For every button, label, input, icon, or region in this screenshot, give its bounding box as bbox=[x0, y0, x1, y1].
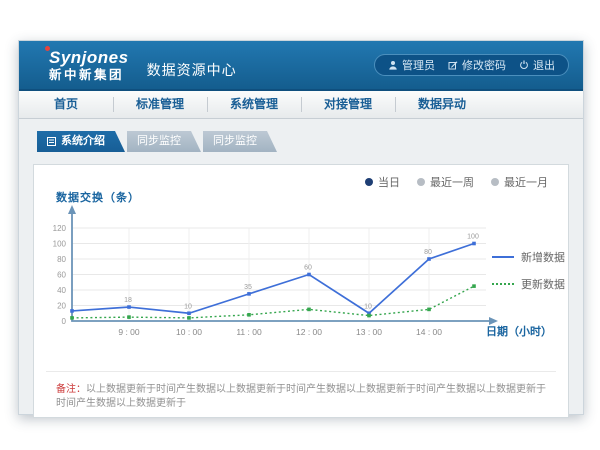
legend-item-new-data: 新增数据 bbox=[492, 249, 565, 265]
logout-label: 退出 bbox=[533, 57, 555, 73]
svg-text:80: 80 bbox=[57, 255, 66, 264]
svg-text:40: 40 bbox=[57, 286, 66, 295]
filter-last-month[interactable]: 最近一月 bbox=[491, 174, 548, 190]
svg-text:120: 120 bbox=[53, 224, 67, 233]
svg-text:12 : 00: 12 : 00 bbox=[296, 327, 322, 337]
change-password-label: 修改密码 bbox=[462, 57, 506, 73]
svg-text:9 : 00: 9 : 00 bbox=[118, 327, 140, 337]
logo: Synjones 新中新集团 bbox=[49, 49, 129, 82]
chart-area: 0 20 40 60 80 100 120 9 : 00 10 : 00 11 : 00 12 : … bbox=[34, 203, 574, 365]
svg-text:0: 0 bbox=[62, 317, 67, 326]
tab-system-intro[interactable]: 系统介绍 bbox=[37, 131, 125, 152]
document-icon bbox=[47, 137, 56, 146]
legend-line-dotted-icon bbox=[492, 283, 514, 285]
svg-text:18: 18 bbox=[124, 297, 132, 304]
svg-text:80: 80 bbox=[424, 249, 432, 256]
filter-today[interactable]: 当日 bbox=[365, 174, 400, 190]
user-icon bbox=[388, 60, 398, 70]
footnote: 备注：以上数据更新于时间产生数据以上数据更新于时间产生数据以上数据更新于时间产生… bbox=[46, 371, 556, 411]
logo-primary: Synjones bbox=[49, 49, 129, 66]
logo-secondary: 新中新集团 bbox=[49, 69, 129, 82]
power-icon bbox=[519, 60, 529, 70]
svg-text:60: 60 bbox=[57, 271, 66, 280]
app-header: Synjones 新中新集团 数据资源中心 管理员 修改 bbox=[19, 41, 583, 91]
legend-item-updated-data: 更新数据 bbox=[492, 276, 565, 292]
app-window: Synjones 新中新集团 数据资源中心 管理员 修改 bbox=[18, 40, 584, 415]
logo-spark-icon bbox=[45, 46, 50, 51]
nav-item-interface-mgmt[interactable]: 对接管理 bbox=[301, 91, 395, 118]
nav-item-standard-mgmt[interactable]: 标准管理 bbox=[113, 91, 207, 118]
svg-text:11 : 00: 11 : 00 bbox=[236, 327, 262, 337]
svg-text:13 : 00: 13 : 00 bbox=[356, 327, 382, 337]
radio-icon bbox=[491, 178, 499, 186]
legend-label: 新增数据 bbox=[521, 249, 565, 265]
tab-label: 同步监控 bbox=[137, 131, 181, 152]
x-axis-title: 日期（小时） bbox=[486, 323, 552, 339]
filter-label: 最近一月 bbox=[504, 174, 548, 190]
svg-text:20: 20 bbox=[57, 302, 66, 311]
svg-text:35: 35 bbox=[244, 284, 252, 291]
filter-label: 最近一周 bbox=[430, 174, 474, 190]
svg-text:10: 10 bbox=[364, 303, 372, 310]
nav-item-data-change[interactable]: 数据异动 bbox=[395, 91, 489, 118]
svg-text:10 : 00: 10 : 00 bbox=[176, 327, 202, 337]
svg-text:14 : 00: 14 : 00 bbox=[416, 327, 442, 337]
edit-icon bbox=[448, 60, 458, 70]
nav-item-home[interactable]: 首页 bbox=[19, 91, 113, 118]
footnote-text: 以上数据更新于时间产生数据以上数据更新于时间产生数据以上数据更新于时间产生数据以… bbox=[56, 384, 546, 409]
svg-text:60: 60 bbox=[304, 265, 312, 272]
legend-line-solid-icon bbox=[492, 256, 514, 258]
user-label: 管理员 bbox=[402, 57, 435, 73]
nav-item-system-mgmt[interactable]: 系统管理 bbox=[207, 91, 301, 118]
radio-selected-icon bbox=[365, 178, 373, 186]
tab-label: 系统介绍 bbox=[61, 131, 105, 152]
period-filter-group: 当日 最近一周 最近一月 bbox=[365, 174, 548, 190]
change-password-button[interactable]: 修改密码 bbox=[448, 57, 506, 73]
filter-last-week[interactable]: 最近一周 bbox=[417, 174, 474, 190]
tab-sync-monitor-1[interactable]: 同步监控 bbox=[127, 131, 201, 152]
chart-legend: 新增数据 更新数据 bbox=[492, 249, 565, 292]
logout-button[interactable]: 退出 bbox=[519, 57, 555, 73]
main-nav: 首页 标准管理 系统管理 对接管理 数据异动 bbox=[19, 91, 583, 119]
line-chart-svg: 0 20 40 60 80 100 120 9 : 00 10 : 00 11 : 00 12 : … bbox=[34, 203, 506, 353]
user-menu[interactable]: 管理员 bbox=[388, 57, 435, 73]
page: Synjones 新中新集团 数据资源中心 管理员 修改 bbox=[0, 0, 600, 450]
tab-label: 同步监控 bbox=[213, 131, 257, 152]
radio-icon bbox=[417, 178, 425, 186]
page-title: 数据资源中心 bbox=[147, 60, 237, 80]
svg-text:100: 100 bbox=[53, 240, 67, 249]
content-area: 系统介绍 同步监控 同步监控 当日 最 bbox=[19, 131, 583, 427]
tab-sync-monitor-2[interactable]: 同步监控 bbox=[203, 131, 277, 152]
user-toolbar: 管理员 修改密码 退出 bbox=[374, 54, 569, 76]
chart-panel: 当日 最近一周 最近一月 数据交换（条） 0204060801001209 : … bbox=[33, 164, 569, 418]
filter-label: 当日 bbox=[378, 174, 400, 190]
svg-text:100: 100 bbox=[467, 234, 479, 241]
svg-text:10: 10 bbox=[184, 303, 192, 310]
tab-bar: 系统介绍 同步监控 同步监控 bbox=[37, 131, 583, 152]
footnote-prefix: 备注： bbox=[56, 384, 86, 395]
legend-label: 更新数据 bbox=[521, 276, 565, 292]
